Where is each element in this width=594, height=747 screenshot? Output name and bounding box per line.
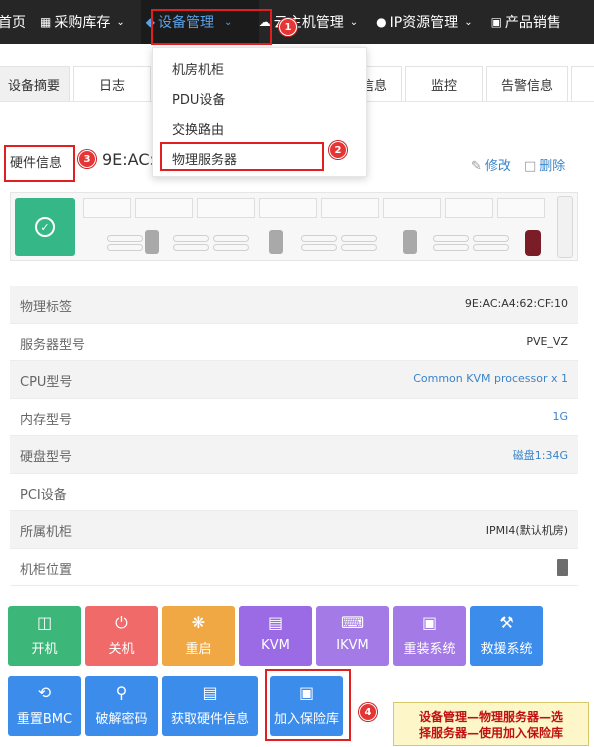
step-badge-1: 1 — [279, 18, 297, 36]
slot — [433, 244, 469, 251]
disk — [403, 230, 417, 254]
map-marker-icon: ● — [376, 15, 387, 29]
server-info-table: 物理标签 9E:AC:A4:62:CF:10 服务器型号 PVE_VZ CPU型号 C… — [10, 286, 578, 586]
slot — [213, 244, 249, 251]
slot — [173, 235, 209, 242]
tab-device-summary[interactable]: 设备摘要 — [0, 66, 70, 102]
rescue-button[interactable]: ⚒ 救援系统 — [470, 606, 543, 666]
drive-bay — [135, 198, 193, 218]
nav-purchase[interactable]: ▦ 采购库存 ⌄ — [40, 0, 125, 44]
tab-more[interactable] — [571, 66, 594, 102]
top-nav: 首页 ▦ 采购库存 ⌄ ◆ 设备管理 ⌄ ☁ 云主机管理 ⌄ ● IP资源管理 … — [0, 0, 594, 44]
slot — [473, 244, 509, 251]
drive-bay — [259, 198, 317, 218]
chassis-edge — [557, 196, 573, 258]
slot — [213, 235, 249, 242]
restart-button[interactable]: ❋ 重启 — [162, 606, 235, 666]
rack-position-icon[interactable] — [557, 558, 568, 576]
chevron-down-icon: ⌄ — [349, 16, 359, 28]
power-off-button[interactable]: ⏻ 关机 — [85, 606, 158, 666]
step-badge-3: 3 — [78, 150, 96, 168]
trash-icon: □ — [524, 159, 537, 174]
refresh-icon: ⟲ — [37, 683, 52, 702]
slot — [107, 244, 143, 251]
power-icon: ⏻ — [115, 613, 128, 632]
inbox-icon: ▦ — [40, 15, 52, 29]
menu-item-room-rack[interactable]: 机房机柜 — [172, 59, 224, 78]
crack-password-button[interactable]: ⚲ 破解密码 — [85, 676, 158, 736]
slot — [473, 235, 509, 242]
status-ok: ✓ — [15, 198, 75, 256]
nav-ip-resources[interactable]: ● IP资源管理 ⌄ — [376, 0, 472, 44]
instruction-note: 设备管理—物理服务器—选 择服务器—使用加入保险库 — [393, 702, 589, 746]
edit-button[interactable]: ✎ 修改 — [471, 155, 511, 174]
memory-link[interactable]: 1G — [552, 410, 568, 423]
nav-product-sales[interactable]: ▣ 产品销售 — [491, 0, 561, 44]
clipboard-icon: ▤ — [202, 683, 218, 702]
drive-bay-row — [83, 198, 553, 218]
slot — [173, 244, 209, 251]
key-icon: ⚲ — [115, 683, 128, 702]
ikvm-button[interactable]: ⌨ IKVM — [316, 606, 389, 666]
spinner-icon: ❋ — [191, 613, 206, 632]
slot — [301, 244, 337, 251]
menu-item-pdu[interactable]: PDU设备 — [172, 89, 225, 108]
step-badge-4: 4 — [359, 703, 377, 721]
slot — [341, 244, 377, 251]
tab-log[interactable]: 日志 — [73, 66, 151, 102]
drive-bay — [445, 198, 493, 218]
slot — [341, 235, 377, 242]
tab-monitor[interactable]: 监控 — [405, 66, 483, 102]
chevron-down-icon: ⌄ — [464, 16, 473, 28]
info-row-rack: 所属机柜 IPMI4(默认机房) — [10, 511, 578, 549]
info-row-disk: 硬盘型号 磁盘1:34G — [10, 436, 578, 474]
desktop-icon: ▣ — [421, 613, 438, 632]
chevron-down-icon: ⌄ — [116, 16, 125, 28]
drive-bay — [383, 198, 441, 218]
info-row-pci: PCI设备 — [10, 474, 578, 511]
slot — [433, 235, 469, 242]
reinstall-button[interactable]: ▣ 重装系统 — [393, 606, 466, 666]
edit-icon: ✎ — [471, 159, 482, 174]
drive-bay — [197, 198, 255, 218]
nav-cloud-host[interactable]: ☁ 云主机管理 ⌄ — [259, 0, 358, 44]
keyboard-icon: ⌨ — [340, 613, 365, 632]
drive-bay — [497, 198, 545, 218]
kvm-icon: ▤ — [267, 613, 284, 632]
highlight-device-management — [151, 9, 272, 45]
power-on-button[interactable]: ◫ 开机 — [8, 606, 81, 666]
drive-bay — [83, 198, 131, 218]
disk — [269, 230, 283, 254]
kvm-button[interactable]: ▤ KVM — [239, 606, 312, 666]
disk-link[interactable]: 磁盘1:34G — [513, 447, 568, 463]
cpu-link[interactable]: Common KVM processor x 1 — [413, 372, 568, 385]
monitor-icon: ◫ — [36, 613, 53, 632]
slot — [107, 235, 143, 242]
info-row-cpu: CPU型号 Common KVM processor x 1 — [10, 361, 578, 399]
tab-alerts[interactable]: 告警信息 — [486, 66, 568, 102]
cart-icon: ▣ — [490, 15, 502, 29]
check-icon: ✓ — [35, 217, 55, 237]
get-hardware-info-button[interactable]: ▤ 获取硬件信息 — [162, 676, 258, 736]
info-row-rack-position: 机柜位置 — [10, 549, 578, 586]
wrench-icon: ⚒ — [499, 613, 514, 632]
server-chassis-visual: ✓ — [10, 192, 578, 261]
info-row-memory: 内存型号 1G — [10, 399, 578, 436]
slot — [301, 235, 337, 242]
drive-bay — [321, 198, 379, 218]
info-row-server-model: 服务器型号 PVE_VZ — [10, 324, 578, 361]
power-module — [525, 230, 541, 256]
step-badge-2: 2 — [329, 141, 347, 159]
reset-bmc-button[interactable]: ⟲ 重置BMC — [8, 676, 81, 736]
nav-home[interactable]: 首页 — [0, 0, 26, 44]
highlight-hardware-info — [4, 145, 75, 182]
delete-button[interactable]: □ 删除 — [524, 155, 565, 174]
disk — [145, 230, 159, 254]
highlight-physical-server — [160, 142, 324, 171]
menu-item-switch-router[interactable]: 交换路由 — [172, 119, 224, 138]
info-row-physical-tag: 物理标签 9E:AC:A4:62:CF:10 — [10, 286, 578, 324]
highlight-add-insurance — [265, 669, 351, 741]
